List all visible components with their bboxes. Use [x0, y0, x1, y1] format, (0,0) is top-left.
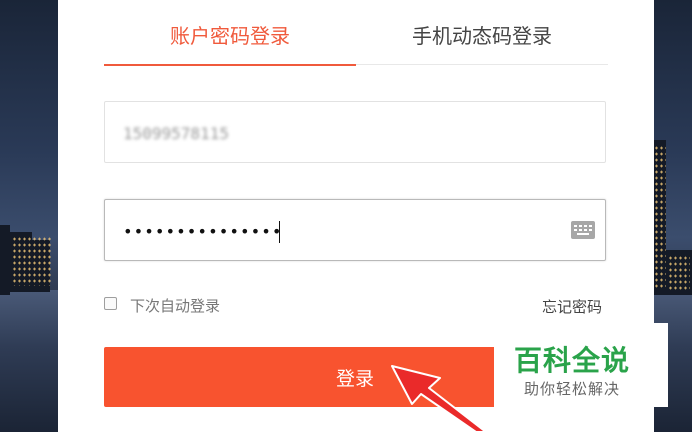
- watermark-title: 百科全说: [514, 344, 631, 377]
- watermark-logo: 百科全说 助你轻松解决: [494, 323, 668, 407]
- watermark-subtitle: 助你轻松解决: [524, 380, 621, 398]
